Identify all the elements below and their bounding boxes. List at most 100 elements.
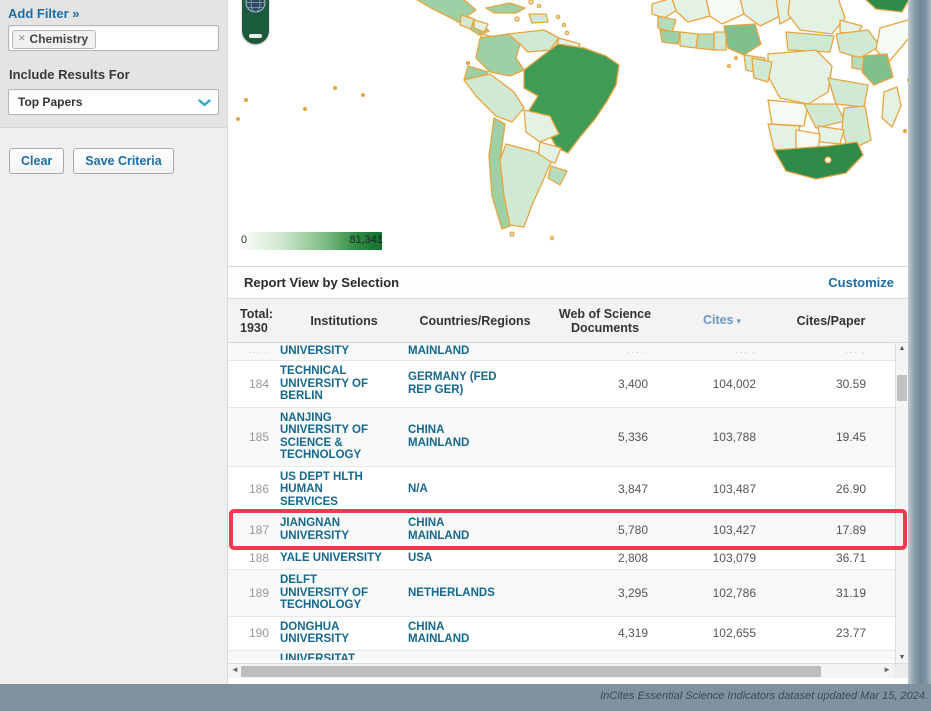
row-rank: 185 (232, 430, 280, 444)
row-cpp: 17.89 (776, 523, 886, 537)
legend-max-value: 81,341 (349, 234, 383, 246)
row-cites: 103,788 (668, 430, 776, 444)
criteria-actions: Clear Save Criteria (0, 128, 227, 174)
chevron-down-icon (198, 99, 211, 107)
row-cites: 102,786 (668, 586, 776, 600)
table-row[interactable]: 189 DELFT UNIVERSITY OF TECHNOLOGY NETHE… (228, 570, 895, 617)
table-row[interactable]: 188 YALE UNIVERSITY USA 2,808 103,079 36… (228, 547, 895, 570)
row-country[interactable]: N/A (408, 483, 542, 496)
row-cites (668, 344, 776, 358)
dataset-update-note: InCites Essential Science Indicators dat… (600, 690, 928, 702)
row-cites: 103,079 (668, 551, 776, 565)
footer-band: InCites Essential Science Indicators dat… (0, 684, 931, 711)
row-institution[interactable]: DELFT UNIVERSITY OF TECHNOLOGY (280, 574, 408, 612)
row-docs: 5,780 (542, 523, 668, 537)
vertical-scroll-thumb[interactable] (897, 375, 907, 401)
map-zoom-control[interactable] (242, 0, 269, 44)
row-docs: 3,847 (542, 482, 668, 496)
customize-link[interactable]: Customize (828, 275, 894, 290)
filter-input[interactable]: ✕ Chemistry (8, 25, 219, 51)
row-country[interactable]: CHINA MAINLAND (408, 621, 542, 646)
row-docs: 3,400 (542, 377, 668, 391)
partial-bottom-row[interactable]: UNIVERSITAT (228, 651, 895, 660)
row-institution[interactable]: JIANGNAN UNIVERSITY (280, 517, 408, 542)
choropleth-map[interactable] (228, 0, 908, 266)
column-header-institutions: Institutions (280, 314, 408, 328)
report-view-title: Report View by Selection (244, 275, 399, 290)
row-docs (542, 344, 668, 358)
row-institution[interactable]: NANJING UNIVERSITY OF SCIENCE & TECHNOLO… (280, 412, 408, 462)
row-rank: 184 (232, 377, 280, 391)
filter-section: Add Filter » ✕ Chemistry Include Results… (0, 0, 227, 128)
table-row[interactable]: 185 NANJING UNIVERSITY OF SCIENCE & TECH… (228, 408, 895, 467)
row-cpp (776, 344, 886, 358)
row-docs: 4,319 (542, 626, 668, 640)
row-rank (232, 344, 280, 358)
column-header-total: Total:1930 (232, 307, 280, 335)
table-horizontal-scrollbar[interactable]: ◄ ► (228, 663, 908, 678)
row-cites: 104,002 (668, 377, 776, 391)
row-rank: 188 (232, 551, 280, 565)
partial-top-row[interactable]: UNIVERSITY MAINLAND (228, 343, 895, 361)
add-filter-link[interactable]: Add Filter » (8, 6, 80, 21)
table-vertical-scrollbar[interactable]: ▲ ▼ (895, 343, 908, 663)
results-type-value: Top Papers (18, 95, 82, 109)
legend-min-value: 0 (241, 234, 247, 246)
row-institution[interactable]: TECHNICAL UNIVERSITY OF BERLIN (280, 365, 408, 403)
row-cpp: 31.19 (776, 586, 886, 600)
column-header-countries: Countries/Regions (408, 314, 542, 328)
filter-sidebar: Add Filter » ✕ Chemistry Include Results… (0, 0, 228, 684)
row-rank: 190 (232, 626, 280, 640)
row-institution[interactable]: UNIVERSITY (280, 345, 408, 358)
row-cpp: 36.71 (776, 551, 886, 565)
scrollbar-corner (894, 664, 908, 678)
filter-chip-chemistry[interactable]: ✕ Chemistry (12, 30, 96, 49)
sort-caret-icon: ▾ (737, 316, 742, 326)
scroll-down-arrow[interactable]: ▼ (896, 654, 908, 661)
table-row[interactable]: 190 DONGHUA UNIVERSITY CHINA MAINLAND 4,… (228, 617, 895, 651)
row-cites: 103,487 (668, 482, 776, 496)
scroll-right-arrow[interactable]: ► (883, 665, 891, 674)
row-institution[interactable]: YALE UNIVERSITY (280, 552, 408, 565)
table-body: UNIVERSITY MAINLAND 184 TECHNICAL UNIVER… (228, 343, 908, 663)
results-type-select[interactable]: Top Papers (8, 89, 219, 115)
row-country[interactable]: CHINA MAINLAND (408, 424, 542, 449)
filter-chip-label: Chemistry (30, 32, 89, 46)
row-institution[interactable]: UNIVERSITAT (280, 653, 408, 660)
table-row[interactable]: 186 US DEPT HLTH HUMAN SERVICES N/A 3,84… (228, 467, 895, 514)
column-header-cites-per-paper: Cites/Paper (776, 314, 886, 328)
row-country[interactable]: CHINA MAINLAND (408, 517, 542, 542)
scroll-up-arrow[interactable]: ▲ (896, 345, 908, 352)
row-cites: 102,655 (668, 626, 776, 640)
column-header-wos-documents: Web of Science Documents (542, 307, 668, 335)
include-results-label: Include Results For (9, 67, 219, 82)
row-docs: 2,808 (542, 551, 668, 565)
globe-icon[interactable] (245, 0, 266, 13)
row-cpp: 26.90 (776, 482, 886, 496)
row-country[interactable]: GERMANY (FED REP GER) (408, 371, 542, 396)
table-row[interactable]: 187 JIANGNAN UNIVERSITY CHINA MAINLAND 5… (228, 513, 895, 547)
scroll-left-arrow[interactable]: ◄ (231, 665, 239, 674)
row-cites: 103,427 (668, 523, 776, 537)
row-institution[interactable]: US DEPT HLTH HUMAN SERVICES (280, 471, 408, 509)
save-criteria-button[interactable]: Save Criteria (73, 148, 173, 174)
report-header-bar: Report View by Selection Customize (228, 266, 908, 298)
row-country[interactable]: USA (408, 552, 542, 565)
row-country[interactable]: NETHERLANDS (408, 587, 542, 600)
table-row[interactable]: 184 TECHNICAL UNIVERSITY OF BERLIN GERMA… (228, 361, 895, 408)
horizontal-scroll-thumb[interactable] (241, 666, 821, 677)
incites-screen: Add Filter » ✕ Chemistry Include Results… (0, 0, 931, 711)
row-rank: 187 (232, 523, 280, 537)
row-country[interactable]: MAINLAND (408, 345, 542, 358)
row-rank: 189 (232, 586, 280, 600)
zoom-out-button[interactable] (249, 34, 262, 38)
column-header-cites[interactable]: Cites▾ (668, 313, 776, 328)
row-cpp: 23.77 (776, 626, 886, 640)
remove-filter-icon[interactable]: ✕ (18, 33, 26, 44)
clear-button[interactable]: Clear (9, 148, 64, 174)
row-docs: 5,336 (542, 430, 668, 444)
row-institution[interactable]: DONGHUA UNIVERSITY (280, 621, 408, 646)
table-header: Total:1930 Institutions Countries/Region… (228, 298, 908, 343)
world-map[interactable]: 0 81,341 (228, 0, 908, 266)
window-edge-scrollbar[interactable] (908, 0, 931, 684)
